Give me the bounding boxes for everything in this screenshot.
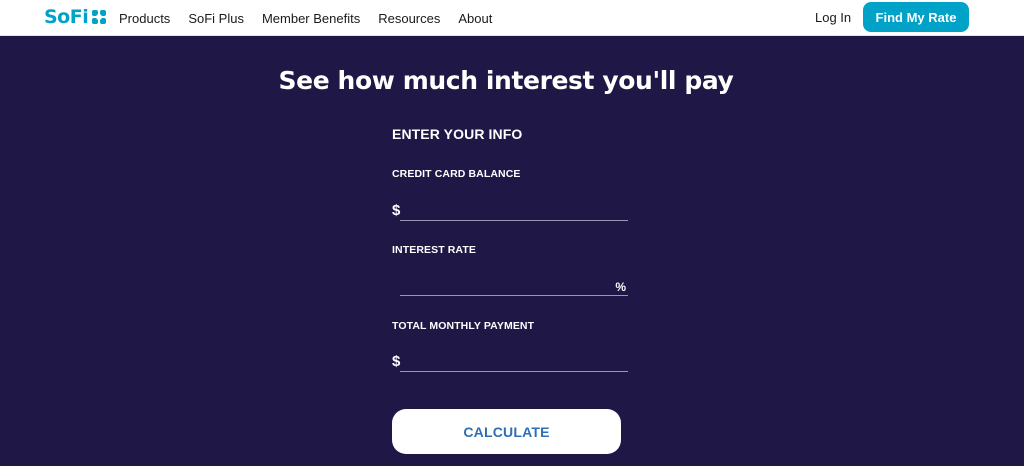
logo-wordmark: SoFi <box>44 6 89 28</box>
top-navigation: SoFi Products SoFi Plus Member Benefits … <box>0 0 1024 36</box>
find-my-rate-button[interactable]: Find My Rate <box>863 2 969 32</box>
nav-link-resources[interactable]: Resources <box>378 11 440 26</box>
balance-field: $ <box>392 199 628 221</box>
page-title: See how much interest you'll pay <box>278 66 734 95</box>
monthly-payment-label: TOTAL MONTHLY PAYMENT <box>392 320 535 332</box>
interest-rate-underline <box>400 295 628 296</box>
dollar-prefix: $ <box>392 202 401 219</box>
login-link[interactable]: Log In <box>815 10 851 25</box>
sofi-logo-icon <box>92 10 107 24</box>
interest-rate-input[interactable] <box>404 276 614 294</box>
dollar-prefix: $ <box>392 353 401 370</box>
primary-nav: Products SoFi Plus Member Benefits Resou… <box>119 0 510 36</box>
balance-input[interactable] <box>404 201 614 219</box>
nav-link-about[interactable]: About <box>458 11 492 26</box>
nav-link-member-benefits[interactable]: Member Benefits <box>262 11 360 26</box>
balance-label: CREDIT CARD BALANCE <box>392 168 521 180</box>
interest-rate-label: INTEREST RATE <box>392 244 476 256</box>
monthly-payment-underline <box>400 371 628 372</box>
balance-underline <box>400 220 628 221</box>
calculate-button[interactable]: CALCULATE <box>392 409 621 454</box>
interest-rate-field: % <box>392 274 628 296</box>
nav-link-products[interactable]: Products <box>119 11 170 26</box>
monthly-payment-field: $ <box>392 350 628 372</box>
monthly-payment-input[interactable] <box>404 352 614 370</box>
form-heading: ENTER YOUR INFO <box>392 126 523 142</box>
percent-suffix: % <box>615 280 626 294</box>
sofi-logo[interactable]: SoFi <box>44 6 107 28</box>
nav-link-sofi-plus[interactable]: SoFi Plus <box>188 11 244 26</box>
